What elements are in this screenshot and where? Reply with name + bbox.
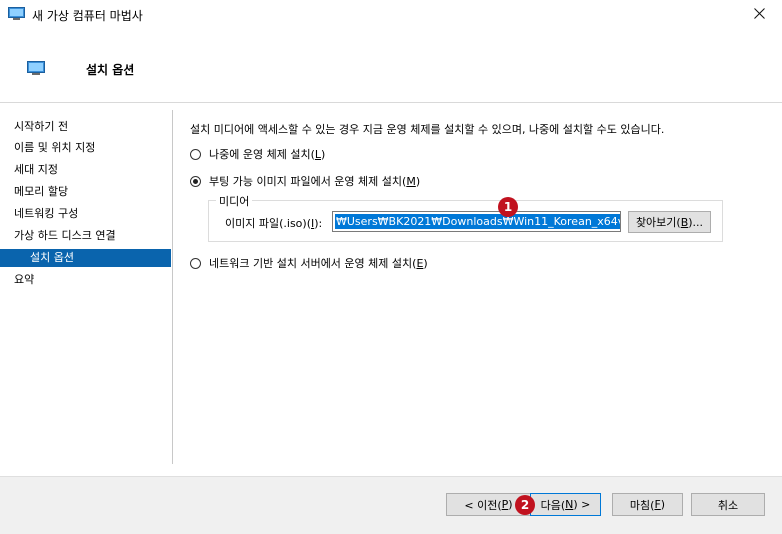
media-group-legend: 미디어 [216, 193, 253, 209]
sidebar-item-networking[interactable]: 네트워킹 구성 [0, 205, 171, 223]
sidebar-item-memory[interactable]: 메모리 할당 [0, 183, 171, 201]
radio-button-selected[interactable] [190, 175, 201, 187]
finish-button[interactable]: 마침(F) [612, 493, 683, 516]
iso-file-label: 이미지 파일(.iso)(I): [225, 217, 323, 230]
title-bar: 새 가상 컴퓨터 마법사 [0, 0, 782, 30]
install-from-image-label: 부팅 가능 이미지 파일에서 운영 체제 설치(M) [209, 175, 421, 188]
step-badge-1: 1 [498, 197, 518, 217]
wizard-header: 설치 옵션 [0, 30, 782, 103]
cancel-button[interactable]: 취소 [691, 493, 765, 516]
hyperv-vm-icon [8, 7, 25, 20]
install-from-network-option[interactable]: 네트워크 기반 설치 서버에서 운영 체제 설치(E) [190, 255, 428, 271]
page-title: 설치 옵션 [86, 63, 135, 77]
step-badge-2: 2 [515, 495, 535, 515]
sidebar-item-before-you-begin[interactable]: 시작하기 전 [0, 118, 171, 136]
install-from-image-option[interactable]: 부팅 가능 이미지 파일에서 운영 체제 설치(M) [190, 173, 420, 189]
window-title: 새 가상 컴퓨터 마법사 [32, 9, 143, 23]
hyperv-vm-icon [27, 61, 45, 75]
sidebar-item-summary[interactable]: 요약 [0, 271, 171, 289]
iso-path-input[interactable]: ₩Users₩BK2021₩Downloads₩Win11_Korean_x64… [332, 211, 621, 232]
install-from-network-label: 네트워크 기반 설치 서버에서 운영 체제 설치(E) [209, 257, 428, 270]
install-later-label: 나중에 운영 체제 설치(L) [209, 148, 326, 161]
radio-button[interactable] [190, 148, 201, 160]
install-description: 설치 미디어에 액세스할 수 있는 경우 지금 운영 체제를 설치할 수 있으며… [190, 123, 665, 136]
sidebar-divider [172, 110, 173, 464]
browse-button[interactable]: 찾아보기(B)... [628, 211, 711, 233]
radio-button[interactable] [190, 257, 201, 269]
close-icon [753, 8, 765, 22]
sidebar-item-generation[interactable]: 세대 지정 [0, 161, 171, 179]
next-button[interactable]: 다음(N) > [530, 493, 601, 516]
sidebar-item-install-options[interactable]: 설치 옵션 [0, 249, 171, 267]
close-button[interactable] [736, 0, 782, 30]
iso-path-value: ₩Users₩BK2021₩Downloads₩Win11_Korean_x64… [335, 214, 620, 229]
sidebar-item-virtual-disk[interactable]: 가상 하드 디스크 연결 [0, 227, 171, 245]
sidebar-item-name-location[interactable]: 이름 및 위치 지정 [0, 139, 171, 157]
wizard-steps-sidebar: 시작하기 전 이름 및 위치 지정 세대 지정 메모리 할당 네트워킹 구성 가… [0, 103, 172, 465]
install-later-option[interactable]: 나중에 운영 체제 설치(L) [190, 146, 325, 162]
